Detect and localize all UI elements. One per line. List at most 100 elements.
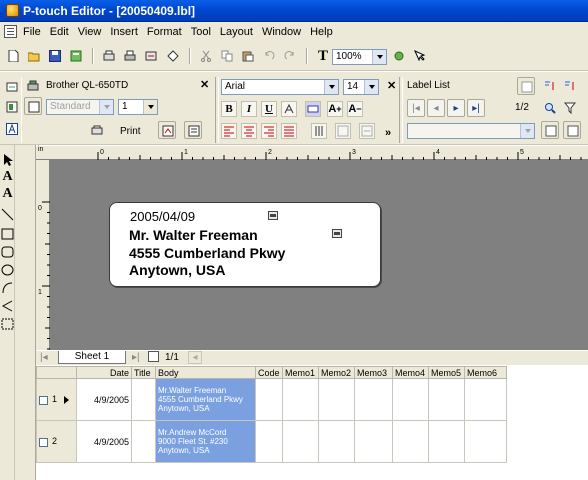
label-street-field[interactable]: 4555 Cumberland Pkwy: [129, 245, 285, 261]
tape-setting-select[interactable]: Standard: [46, 99, 114, 115]
line-tool-icon[interactable]: [1, 207, 14, 221]
column-header-title[interactable]: Title: [131, 366, 156, 379]
save-button[interactable]: [46, 47, 64, 65]
column-header-memo5[interactable]: Memo5: [428, 366, 465, 379]
menu-tool[interactable]: Tool: [191, 26, 211, 38]
column-header-memo1[interactable]: Memo1: [282, 366, 319, 379]
column-header-code[interactable]: Code: [255, 366, 283, 379]
sheet-tab[interactable]: Sheet 1: [58, 351, 126, 364]
menu-window[interactable]: Window: [262, 26, 301, 38]
previous-record-button[interactable]: ◂: [427, 99, 445, 117]
label-view-toggle[interactable]: [24, 97, 42, 115]
memo1-cell[interactable]: [282, 378, 319, 421]
page-property-button[interactable]: [3, 78, 21, 96]
row-checkbox[interactable]: [39, 437, 48, 447]
print-setting-button[interactable]: [158, 121, 176, 139]
title-cell[interactable]: [131, 378, 156, 421]
numbering-button[interactable]: [359, 123, 375, 139]
document-menu-icon[interactable]: [4, 25, 17, 38]
close-font-dock-button[interactable]: ✕: [387, 79, 396, 92]
row-checkbox[interactable]: [39, 395, 48, 405]
add-sheet-icon[interactable]: [148, 351, 159, 362]
last-record-button[interactable]: ▸|: [467, 99, 485, 117]
ellipse-tool-icon[interactable]: [1, 263, 14, 277]
print-options-button[interactable]: [88, 121, 106, 139]
print-range-button[interactable]: [184, 121, 202, 139]
italic-button[interactable]: I: [241, 101, 257, 117]
date-cell[interactable]: 4/9/2005: [76, 420, 132, 463]
column-header-body[interactable]: Body: [155, 366, 256, 379]
justify-button[interactable]: [281, 123, 297, 139]
code-cell[interactable]: [255, 420, 283, 463]
print-button-label[interactable]: Print: [120, 126, 141, 137]
text-button[interactable]: T: [314, 47, 332, 65]
label-date-field[interactable]: 2005/04/09: [130, 209, 195, 224]
align-center-button[interactable]: [241, 123, 257, 139]
copy-button[interactable]: [218, 47, 236, 65]
label-city-field[interactable]: Anytown, USA: [129, 262, 225, 278]
character-effect-button[interactable]: [305, 101, 321, 117]
undo-button[interactable]: [260, 47, 278, 65]
menu-insert[interactable]: Insert: [110, 26, 138, 38]
memo5-cell[interactable]: [428, 378, 465, 421]
layout-property-button[interactable]: [3, 98, 21, 116]
underline-button[interactable]: U: [261, 101, 277, 117]
sheet-nav-first[interactable]: |◂: [40, 352, 48, 363]
memo4-cell[interactable]: [392, 420, 429, 463]
transfer-button[interactable]: [142, 47, 160, 65]
sheet-nav-next[interactable]: ▸|: [132, 352, 140, 363]
clip-art-tool-icon[interactable]: [1, 317, 14, 331]
new-button[interactable]: [4, 47, 22, 65]
sort-descending-button[interactable]: [561, 77, 579, 95]
copies-input[interactable]: 1: [118, 99, 158, 115]
label-canvas[interactable]: 2005/04/09 Mr. Walter Freeman 4555 Cumbe…: [109, 202, 381, 287]
column-header-memo2[interactable]: Memo2: [318, 366, 355, 379]
date-cell[interactable]: 4/9/2005: [76, 378, 132, 421]
text-frame-button[interactable]: [335, 123, 351, 139]
column-header-memo4[interactable]: Memo4: [392, 366, 429, 379]
align-right-button[interactable]: [261, 123, 277, 139]
text-tool-icon[interactable]: A: [1, 170, 14, 184]
column-header-memo6[interactable]: Memo6: [464, 366, 507, 379]
table-row[interactable]: 1 4/9/2005 Mr.Walter Freeman 4555 Cumberl…: [36, 378, 507, 421]
vertical-text-tool-icon[interactable]: A: [1, 187, 14, 201]
close-printer-dock-button[interactable]: ✕: [200, 78, 209, 91]
body-cell[interactable]: Mr.Walter Freeman 4555 Cumberland Pkwy Any…: [155, 378, 256, 421]
memo3-cell[interactable]: [354, 420, 393, 463]
memo6-cell[interactable]: [464, 420, 507, 463]
memo4-cell[interactable]: [392, 378, 429, 421]
zoom-select[interactable]: 100%: [332, 49, 387, 65]
text-property-button[interactable]: [3, 120, 21, 138]
title-cell[interactable]: [131, 420, 156, 463]
font-shrink-button[interactable]: A −: [347, 101, 363, 117]
body-cell[interactable]: Mr.Andrew McCord 9000 Fleet St. #230 Anyto…: [155, 420, 256, 463]
memo1-cell[interactable]: [282, 420, 319, 463]
paste-button[interactable]: [239, 47, 257, 65]
help-button[interactable]: [411, 47, 429, 65]
print-button[interactable]: [121, 47, 139, 65]
redo-button[interactable]: [281, 47, 299, 65]
select-arrow-icon[interactable]: [1, 153, 14, 167]
database-view-button[interactable]: [517, 77, 535, 95]
row-header[interactable]: 2: [36, 420, 77, 463]
first-record-button[interactable]: |◂: [407, 99, 425, 117]
database-form-button[interactable]: [541, 121, 559, 139]
scroll-left-icon[interactable]: ◂: [188, 351, 202, 364]
database-field-select[interactable]: [407, 123, 535, 139]
layout-button[interactable]: [164, 47, 182, 65]
memo3-cell[interactable]: [354, 378, 393, 421]
table-row[interactable]: 2 4/9/2005 Mr.Andrew McCord 9000 Fleet St…: [36, 420, 507, 463]
menu-file[interactable]: File: [23, 26, 41, 38]
bold-button[interactable]: B: [221, 101, 237, 117]
memo2-cell[interactable]: [318, 378, 355, 421]
label-name-field[interactable]: Mr. Walter Freeman: [129, 227, 258, 243]
cut-button[interactable]: [197, 47, 215, 65]
arc-tool-icon[interactable]: [1, 281, 14, 295]
font-select[interactable]: Arial: [221, 79, 339, 95]
row-header[interactable]: 1: [36, 378, 77, 421]
rectangle-tool-icon[interactable]: [1, 227, 14, 241]
column-header-memo3[interactable]: Memo3: [354, 366, 393, 379]
memo6-cell[interactable]: [464, 378, 507, 421]
column-header-date[interactable]: Date: [76, 366, 132, 379]
search-button[interactable]: [541, 99, 559, 117]
